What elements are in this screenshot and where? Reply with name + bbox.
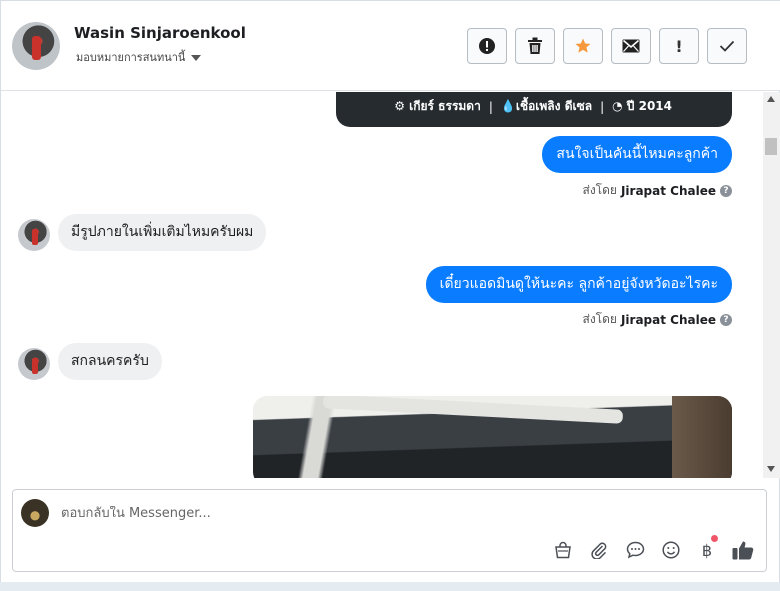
engine-photo-attachment[interactable] xyxy=(253,396,732,478)
conversation-header: Wasin Sinjaroenkool มอบหมายการสนทนานี้ ! xyxy=(1,1,780,91)
header-actions: ! xyxy=(467,28,747,64)
like-button[interactable] xyxy=(732,539,754,561)
alert-circle-icon xyxy=(479,38,495,54)
message-thread[interactable]: ⚙ เกียร์ ธรรมดา | 💧เชื้อเพลิง ดีเซล | ◔ … xyxy=(1,92,763,478)
paperclip-icon xyxy=(591,542,607,559)
shop-button[interactable] xyxy=(552,539,574,561)
trash-icon xyxy=(528,37,542,54)
reply-composer: ฿ xyxy=(12,489,767,572)
notification-dot xyxy=(711,535,718,542)
assign-label: มอบหมายการสนทนานี้ xyxy=(76,51,186,64)
year-spec: ◔ ปี 2014 xyxy=(612,99,672,113)
sent-by-prefix: ส่งโดย xyxy=(582,183,617,197)
follow-up-button[interactable]: ! xyxy=(659,28,699,64)
contact-avatar-small[interactable] xyxy=(18,219,50,251)
help-icon[interactable]: ? xyxy=(720,184,732,197)
gear-spec: ⚙ เกียร์ ธรรมดา xyxy=(394,99,481,113)
page-avatar xyxy=(21,499,49,527)
sent-by-prefix: ส่งโดย xyxy=(582,312,617,326)
incoming-message[interactable]: สกลนครครับ xyxy=(58,343,162,380)
check-icon xyxy=(719,40,735,52)
chevron-down-icon xyxy=(191,54,202,61)
sender-name: Jirapat Chalee xyxy=(620,183,716,198)
attach-button[interactable] xyxy=(588,539,610,561)
sent-by-label: ส่งโดย Jirapat Chalee ? xyxy=(582,310,732,329)
contact-name[interactable]: Wasin Sinjaroenkool xyxy=(74,24,246,42)
bottom-strip xyxy=(0,582,780,591)
outgoing-message[interactable]: เดี๋ยวแอดมินดูให้นะคะ ลูกค้าอยู่จังหวัดอ… xyxy=(425,266,732,303)
contact-avatar-small[interactable] xyxy=(18,348,50,380)
scroll-thumb[interactable] xyxy=(765,138,777,155)
chat-bubble-icon xyxy=(626,541,644,559)
saved-replies-button[interactable] xyxy=(624,539,646,561)
payment-button[interactable]: ฿ xyxy=(696,535,718,561)
vehicle-card-footer[interactable]: ⚙ เกียร์ ธรรมดา | 💧เชื้อเพลิง ดีเซล | ◔ … xyxy=(336,92,732,127)
assign-conversation-dropdown[interactable]: มอบหมายการสนทนานี้ xyxy=(76,48,202,66)
reply-input[interactable] xyxy=(61,506,661,521)
delete-button[interactable] xyxy=(515,28,555,64)
help-icon[interactable]: ? xyxy=(720,313,732,326)
sent-by-label: ส่งโดย Jirapat Chalee ? xyxy=(582,181,732,200)
divider: | xyxy=(488,99,493,114)
composer-tools: ฿ xyxy=(552,535,754,561)
mark-spam-button[interactable] xyxy=(467,28,507,64)
outgoing-message[interactable]: สนใจเป็นคันนี้ไหมคะลูกค้า xyxy=(542,136,732,173)
baht-icon: ฿ xyxy=(701,540,713,560)
sender-name: Jirapat Chalee xyxy=(620,312,716,327)
exclamation-icon: ! xyxy=(675,36,683,56)
envelope-icon xyxy=(622,39,640,53)
thumbs-up-icon xyxy=(732,541,754,560)
mark-done-button[interactable] xyxy=(707,28,747,64)
fuel-spec: 💧เชื้อเพลิง ดีเซล xyxy=(500,99,593,113)
bag-icon xyxy=(555,541,571,559)
incoming-message[interactable]: มีรูปภายในเพิ่มเติมไหมครับผม xyxy=(58,214,267,251)
smiley-icon xyxy=(662,541,680,559)
scroll-down-arrow-icon[interactable] xyxy=(767,466,775,472)
thread-scrollbar[interactable] xyxy=(763,92,780,478)
mark-unread-button[interactable] xyxy=(611,28,651,64)
star-icon xyxy=(575,38,591,53)
divider: | xyxy=(600,99,605,114)
messenger-conversation-panel: Wasin Sinjaroenkool มอบหมายการสนทนานี้ ! xyxy=(0,0,780,591)
scroll-up-arrow-icon[interactable] xyxy=(767,96,775,102)
star-button[interactable] xyxy=(563,28,603,64)
emoji-button[interactable] xyxy=(660,539,682,561)
contact-avatar[interactable] xyxy=(12,22,60,70)
